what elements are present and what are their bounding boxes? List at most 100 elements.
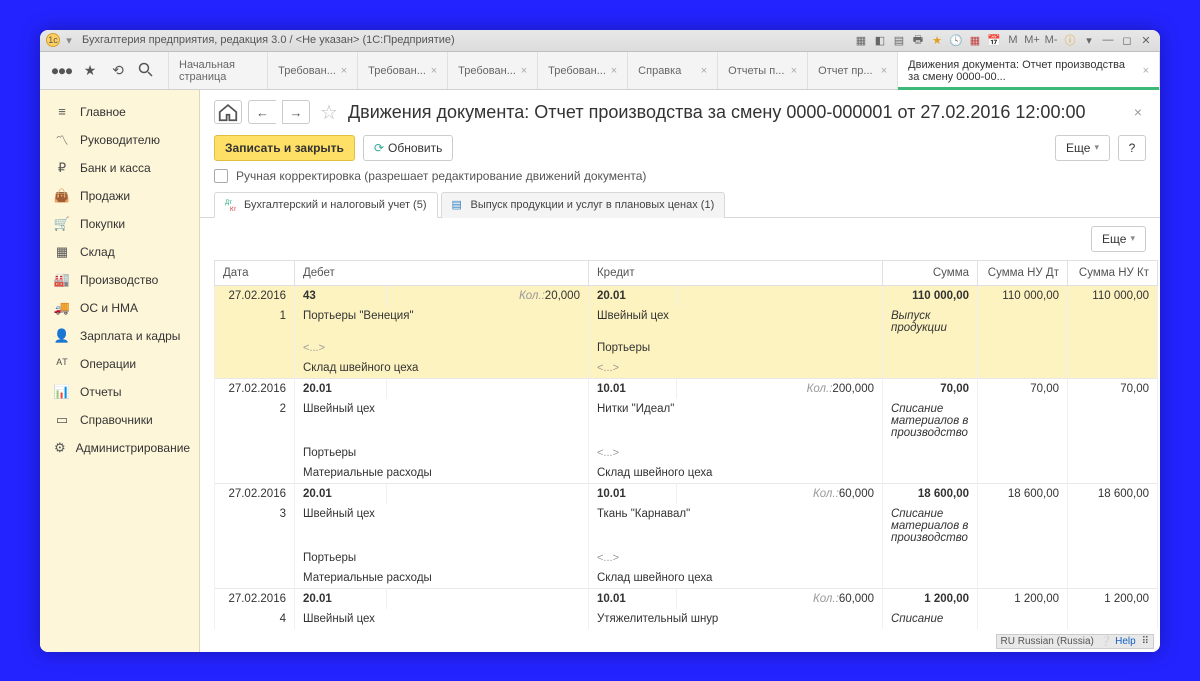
dropdown-icon[interactable]: ▾ <box>1081 32 1097 48</box>
window-title: Бухгалтерия предприятия, редакция 3.0 / … <box>82 34 455 46</box>
home-button[interactable] <box>214 100 242 124</box>
sidebar-item-chart[interactable]: 〽Руководителю <box>40 126 199 154</box>
sidebar-item-label: Покупки <box>80 217 125 231</box>
tab-label: Требован... <box>458 65 517 77</box>
top-tabs: ⦁⦁⦁ ★ ⟲ Начальная страницаТребован...×Тр… <box>40 52 1160 90</box>
tool-icon[interactable]: ▦ <box>853 32 869 48</box>
resize-grip-icon[interactable]: ⠿ <box>1142 636 1149 647</box>
dropdown-icon[interactable]: ▾ <box>62 33 76 47</box>
calc-icon[interactable]: ▦ <box>967 32 983 48</box>
search-icon[interactable] <box>138 62 154 78</box>
tool-icon[interactable]: 🖶 <box>910 32 926 48</box>
top-tab[interactable]: Отчет пр... × <box>808 52 898 89</box>
tool-icon[interactable]: 🕓 <box>948 32 964 48</box>
top-tab[interactable]: Требован...× <box>538 52 628 89</box>
top-tab[interactable]: Требован... × <box>448 52 538 89</box>
col-sum[interactable]: Сумма <box>883 260 978 285</box>
table-more-button[interactable]: Еще <box>1091 226 1146 252</box>
table-subrow[interactable]: Портьеры <...> <box>215 548 1158 568</box>
col-credit[interactable]: Кредит <box>588 260 882 285</box>
table-subrow[interactable]: 1 Портьеры "Венеция" Швейный цех Выпуск … <box>215 306 1158 338</box>
sidebar-item-truck[interactable]: 🚚ОС и НМА <box>40 294 199 322</box>
save-close-button[interactable]: Записать и закрыть <box>214 135 355 161</box>
top-tab[interactable]: Требован...× <box>358 52 448 89</box>
cart-icon: 🛒 <box>54 216 70 232</box>
sidebar-item-boxes[interactable]: ▦Склад <box>40 238 199 266</box>
titlebar: 1c ▾ Бухгалтерия предприятия, редакция 3… <box>40 30 1160 52</box>
table-row[interactable]: 27.02.2016 20.01 10.01 Кол.:60,000 1 200… <box>215 588 1158 609</box>
close-icon[interactable]: ✕ <box>1138 32 1154 48</box>
tab-close-icon[interactable]: × <box>431 65 437 77</box>
tab-close-icon[interactable]: × <box>341 65 347 77</box>
sidebar-item-person[interactable]: 👤Зарплата и кадры <box>40 322 199 350</box>
help-button[interactable]: ? <box>1118 135 1146 161</box>
tab-close-icon[interactable]: × <box>611 65 617 77</box>
back-button[interactable]: ← <box>248 100 276 124</box>
m-minus-button[interactable]: M- <box>1043 32 1059 48</box>
tab-close-icon[interactable]: × <box>791 65 797 77</box>
top-tab[interactable]: Начальная страница <box>169 52 268 89</box>
top-tab[interactable]: Справка× <box>628 52 718 89</box>
table-subrow[interactable]: 2 Швейный цех Нитки "Идеал" Списание мат… <box>215 399 1158 443</box>
col-nu-kt[interactable]: Сумма НУ Кт <box>1068 260 1158 285</box>
refresh-button[interactable]: ⟳Обновить <box>363 135 453 161</box>
movements-table[interactable]: Дата Дебет Кредит Сумма Сумма НУ Дт Сумм… <box>200 260 1160 652</box>
truck-icon: 🚚 <box>54 300 70 316</box>
sidebar: ≡Главное〽Руководителю₽Банк и касса👜Прода… <box>40 90 200 652</box>
tool-icon[interactable]: ▤ <box>891 32 907 48</box>
sidebar-item-cart[interactable]: 🛒 Покупки <box>40 210 199 238</box>
table-subrow[interactable]: Материальные расходы Склад швейного цеха <box>215 568 1158 589</box>
sidebar-item-factory[interactable]: 🏭Производство <box>40 266 199 294</box>
table-subrow[interactable]: Склад швейного цеха <...> <box>215 358 1158 379</box>
table-row[interactable]: 27.02.2016 20.01 10.01 Кол.:200,000 70,0… <box>215 378 1158 399</box>
table-row[interactable]: 27.02.2016 43 Кол.:20,000 20.01 110 000,… <box>215 285 1158 306</box>
more-button[interactable]: Еще <box>1055 135 1110 161</box>
info-icon[interactable]: ⓘ <box>1062 32 1078 48</box>
col-nu-dt[interactable]: Сумма НУ Дт <box>978 260 1068 285</box>
tool-icon[interactable]: ◧ <box>872 32 888 48</box>
tab-close-icon[interactable]: × <box>1143 65 1149 77</box>
top-tab[interactable]: Требован...× <box>268 52 358 89</box>
history-icon[interactable]: ⟲ <box>110 62 126 78</box>
apps-icon[interactable]: ⦁⦁⦁ <box>54 62 70 78</box>
maximize-icon[interactable]: ◻ <box>1119 32 1135 48</box>
table-subrow[interactable]: 4 Швейный цех Утяжелительный шнур Списан… <box>215 609 1158 629</box>
top-tab[interactable]: Движения документа: Отчет производства з… <box>898 52 1160 89</box>
m-button[interactable]: M <box>1005 32 1021 48</box>
minimize-icon[interactable]: — <box>1100 32 1116 48</box>
help-link[interactable]: ❔ Help <box>1100 636 1136 647</box>
sidebar-item-bars[interactable]: 📊Отчеты <box>40 378 199 406</box>
tab-close-icon[interactable]: × <box>521 65 527 77</box>
m-plus-button[interactable]: M+ <box>1024 32 1040 48</box>
tab-label: Отчет пр... <box>818 65 877 77</box>
sidebar-item-ruble[interactable]: ₽Банк и касса <box>40 154 199 182</box>
table-subrow[interactable]: Портьеры <...> <box>215 443 1158 463</box>
sidebar-item-ops[interactable]: ᴬᵀОперации <box>40 350 199 378</box>
col-date[interactable]: Дата <box>215 260 295 285</box>
tab-close-icon[interactable]: × <box>701 65 707 77</box>
favorite-icon[interactable]: ☆ <box>316 100 342 125</box>
table-subrow[interactable]: <...> Портьеры <box>215 338 1158 358</box>
star-icon[interactable]: ★ <box>929 32 945 48</box>
col-debit[interactable]: Дебет <box>295 260 589 285</box>
sidebar-item-label: Администрирование <box>76 441 190 455</box>
table-subrow[interactable]: 3 Швейный цех Ткань "Карнавал" Списание … <box>215 504 1158 548</box>
sidebar-item-label: Склад <box>80 245 115 259</box>
sidebar-item-gear[interactable]: ⚙Администрирование <box>40 434 199 462</box>
close-page-icon[interactable]: × <box>1130 104 1146 120</box>
table-row[interactable]: 27.02.2016 20.01 10.01 Кол.:60,000 18 60… <box>215 483 1158 504</box>
subtab-output[interactable]: ▤ Выпуск продукции и услуг в плановых це… <box>441 192 726 218</box>
subtab-accounting[interactable]: ДтКт Бухгалтерский и налоговый учет (5) <box>214 192 438 218</box>
table-subrow[interactable]: Материальные расходы Склад швейного цеха <box>215 463 1158 484</box>
top-tab[interactable]: Отчеты п...× <box>718 52 808 89</box>
star-icon[interactable]: ★ <box>82 62 98 78</box>
sidebar-item-book[interactable]: ▭Справочники <box>40 406 199 434</box>
sidebar-item-bag[interactable]: 👜Продажи <box>40 182 199 210</box>
svg-text:Дт: Дт <box>225 200 232 206</box>
manual-correction-checkbox[interactable] <box>214 169 228 183</box>
forward-button[interactable]: → <box>282 100 310 124</box>
sidebar-item-menu[interactable]: ≡Главное <box>40 98 199 126</box>
calendar-icon[interactable]: 📅 <box>986 32 1002 48</box>
tab-close-icon[interactable]: × <box>881 65 887 77</box>
language-indicator[interactable]: RU Russian (Russia) <box>1001 636 1094 647</box>
